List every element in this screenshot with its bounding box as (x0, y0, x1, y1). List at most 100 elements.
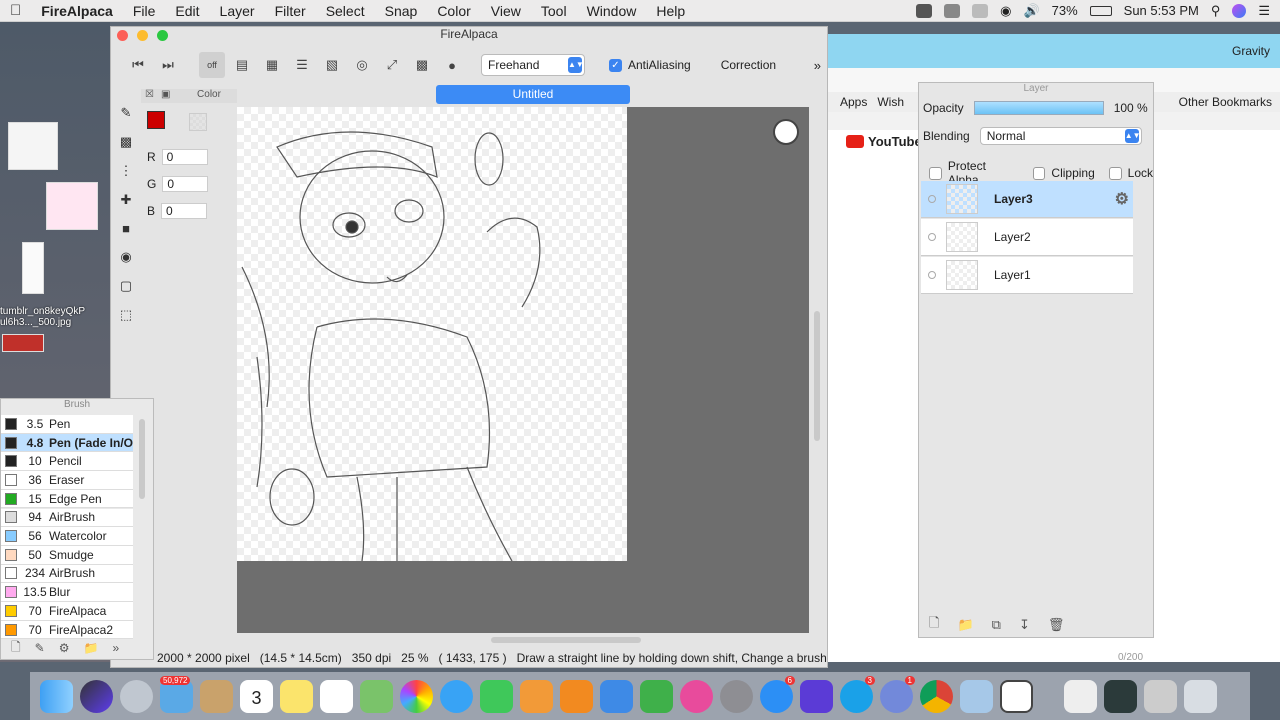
system-preferences-icon[interactable] (720, 679, 753, 713)
status-app-icon[interactable] (972, 3, 989, 18)
green-input[interactable]: 0 (162, 176, 209, 192)
maps-icon[interactable] (360, 679, 393, 713)
correction-label[interactable]: Correction (721, 58, 776, 72)
zoom-window-icon[interactable] (157, 30, 168, 41)
prev-icon[interactable]: ⏮ (125, 52, 151, 78)
siri-dock-icon[interactable] (80, 679, 113, 713)
layer-visibility-icon[interactable] (928, 233, 936, 241)
menu-snap[interactable]: Snap (375, 3, 428, 19)
siri-icon[interactable] (1232, 3, 1247, 18)
keynote-icon[interactable] (600, 679, 633, 713)
menu-edit[interactable]: Edit (165, 3, 209, 19)
layer-visibility-icon[interactable] (928, 195, 936, 203)
layer-visibility-icon[interactable] (928, 271, 936, 279)
brush-item[interactable]: 94 AirBrush (1, 508, 133, 528)
new-layer-icon[interactable]: 🗋 (929, 614, 939, 636)
snap-circle-icon[interactable]: ◎ (349, 52, 375, 78)
menu-tool[interactable]: Tool (531, 3, 577, 19)
itunes-icon[interactable] (680, 679, 713, 713)
discord-icon[interactable]: 1 (880, 675, 915, 713)
eraser-tool-icon[interactable]: ▩ (120, 134, 132, 150)
red-input[interactable]: 0 (161, 149, 208, 165)
canvas-area[interactable] (237, 107, 809, 633)
pen-tool-icon[interactable]: ✎ (121, 105, 132, 121)
menu-filter[interactable]: Filter (265, 3, 316, 19)
lock-checkbox[interactable] (1108, 166, 1122, 180)
skype-icon[interactable]: 3 (840, 675, 875, 713)
pages-icon[interactable] (520, 679, 553, 713)
firealpaca-dock-icon[interactable] (1000, 679, 1033, 713)
numbers-icon[interactable] (640, 679, 673, 713)
vertical-scrollbar[interactable] (814, 311, 820, 441)
expand-brush-icon[interactable]: » (112, 641, 119, 655)
duplicate-layer-icon[interactable]: ⧉ (992, 617, 1001, 633)
menu-select[interactable]: Select (316, 3, 375, 19)
status-dropbox-icon[interactable] (944, 3, 961, 18)
screen-recorder-icon[interactable] (1104, 679, 1137, 713)
youtube-logo[interactable]: YouTube (846, 134, 922, 149)
desktop-file-thumbnail[interactable] (46, 182, 98, 230)
mail-icon[interactable]: 50,972 (160, 675, 193, 713)
reminders-icon[interactable] (320, 679, 353, 713)
blue-input[interactable]: 0 (161, 203, 208, 219)
star-app-icon[interactable] (800, 679, 833, 713)
snap-off-icon[interactable]: off (199, 52, 225, 78)
new-folder-icon[interactable]: 📁 (957, 617, 973, 633)
dots-tool-icon[interactable]: ⋮ (120, 163, 133, 179)
notification-center-icon[interactable]: ☰ (1258, 3, 1270, 19)
battery-percent[interactable]: 73% (1052, 3, 1078, 18)
volume-icon[interactable]: 🔊 (1023, 3, 1039, 19)
desktop-file-label[interactable]: tumblr_on8keyQkP ul6h3..._500.jpg (0, 306, 92, 328)
select-tool-icon[interactable]: ⬚ (120, 307, 132, 323)
spotlight-search-icon[interactable]: ⚲ (1211, 3, 1221, 19)
drawing-canvas[interactable] (237, 107, 627, 561)
layer-row[interactable]: Layer1 (921, 257, 1133, 294)
brush-item[interactable]: 36 Eraser (1, 471, 133, 490)
close-panel-icon[interactable]: ☒ (145, 89, 154, 100)
edit-brush-icon[interactable]: ✎ (35, 641, 45, 655)
apple-icon[interactable]:  (0, 2, 31, 19)
brush-item[interactable]: 3.5 Pen (1, 415, 133, 434)
brush-item[interactable]: 50 Smudge (1, 545, 133, 565)
desktop-file-thumbnail[interactable] (2, 334, 44, 352)
brush-item[interactable]: 4.8 Pen (Fade In/Out) (1, 433, 133, 453)
merge-layer-icon[interactable]: ↧ (1019, 617, 1030, 633)
messages-icon[interactable] (440, 679, 473, 713)
downloads-stack-icon[interactable] (1064, 679, 1097, 713)
browser-tab[interactable]: Gravity (1232, 44, 1270, 58)
brush-item[interactable]: 15 Edge Pen (1, 489, 133, 509)
finder-icon[interactable] (40, 679, 73, 713)
horizontal-scrollbar[interactable] (491, 637, 641, 643)
trash-icon[interactable] (1184, 679, 1217, 713)
blending-select[interactable]: Normal ▲▼ (979, 127, 1142, 145)
opacity-slider[interactable] (973, 101, 1104, 115)
expand-toolbar-icon[interactable]: » (814, 58, 821, 73)
menu-window[interactable]: Window (577, 3, 647, 19)
layer-row[interactable]: Layer2 (921, 219, 1133, 256)
launchpad-icon[interactable] (120, 679, 153, 713)
close-window-icon[interactable] (117, 30, 128, 41)
document-tab[interactable]: Untitled (436, 85, 630, 104)
snap-radial-icon[interactable]: ⤢ (379, 52, 405, 78)
calendar-icon[interactable]: 3 (240, 679, 273, 713)
menu-color[interactable]: Color (427, 3, 480, 19)
desktop-file-thumbnail[interactable] (22, 242, 44, 294)
battery-icon[interactable] (1089, 5, 1112, 16)
menu-app-name[interactable]: FireAlpaca (31, 3, 123, 19)
primary-color-swatch[interactable] (147, 111, 165, 129)
photos-icon[interactable] (400, 679, 433, 713)
layer-settings-gear-icon[interactable]: ⚙ (1115, 189, 1129, 209)
bookmark-other[interactable]: Other Bookmarks (1179, 95, 1272, 109)
brush-folder-icon[interactable]: 📁 (83, 641, 98, 655)
menu-help[interactable]: Help (646, 3, 695, 19)
ibooks-icon[interactable] (560, 679, 593, 713)
antialiasing-checkbox[interactable]: ✓ (609, 58, 622, 72)
clock[interactable]: Sun 5:53 PM (1124, 3, 1199, 18)
snap-lines-icon[interactable]: ☰ (289, 52, 315, 78)
snap-parallel-icon[interactable]: ▤ (229, 52, 255, 78)
minimize-window-icon[interactable] (137, 30, 148, 41)
brush-list-scrollbar[interactable] (139, 419, 145, 499)
stroke-mode-select[interactable]: Freehand ▲▼ (481, 54, 585, 76)
contacts-icon[interactable] (200, 679, 233, 713)
bookmark-wish[interactable]: Wish (877, 95, 904, 109)
